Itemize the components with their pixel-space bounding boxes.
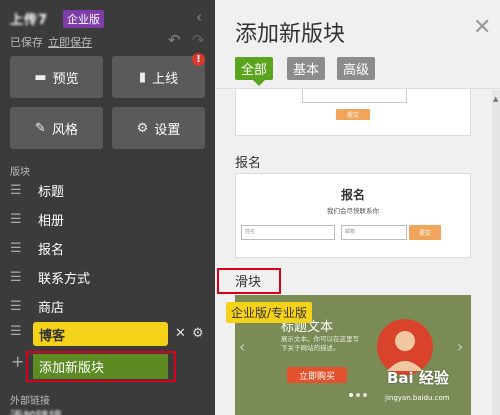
preview-input-field xyxy=(302,89,407,103)
collapse-sidebar-icon[interactable]: ‹ xyxy=(196,8,202,26)
add-section-panel: 添加新版块 ✕ 全部 基本 高级 提交 报名 报名 我们会尽快联系你 姓名 邮箱… xyxy=(215,0,500,415)
section-item-label: 标题 xyxy=(38,184,65,200)
save-status: 已保存 xyxy=(10,36,43,49)
external-links-heading: 外部链接 xyxy=(10,396,50,407)
tab-basic[interactable]: 基本 xyxy=(287,57,325,80)
scroll-up-icon[interactable]: ▲ xyxy=(493,95,498,103)
name-input: 姓名 xyxy=(241,225,335,240)
plus-icon[interactable]: + xyxy=(11,352,24,371)
close-icon[interactable]: ✕ xyxy=(473,17,491,39)
preview-button[interactable]: ▬ 预览 xyxy=(10,56,103,98)
signup-submit-button: 提交 xyxy=(409,225,441,240)
preview-label: 预览 xyxy=(52,71,79,87)
active-tab-caret xyxy=(253,80,265,86)
site-name[interactable]: 上传7 xyxy=(10,9,48,28)
signup-card-title: 报名 xyxy=(340,188,365,202)
section-item-blog[interactable]: 博客 xyxy=(33,322,168,346)
section-item-label: 报名 xyxy=(38,242,65,258)
external-link-item[interactable]: 添加链接 xyxy=(10,406,62,415)
tier-badge: 企业版/专业版 xyxy=(226,302,313,323)
redo-icon[interactable]: ↷ xyxy=(192,31,205,49)
section-item-label: 联系方式 xyxy=(38,271,91,287)
style-label: 风格 xyxy=(51,122,78,138)
slide-body-text: 展示文本。你可以在这里写下关于网站的描述。 xyxy=(281,335,359,352)
drag-handle-icon[interactable]: ☰ xyxy=(10,212,24,227)
drag-handle-icon[interactable]: ☰ xyxy=(10,299,24,314)
monitor-icon: ▬ xyxy=(34,69,47,85)
section-preview-card-top[interactable]: 提交 xyxy=(235,88,471,136)
section-item-label: 商店 xyxy=(38,300,65,316)
slide-dot[interactable] xyxy=(363,393,367,397)
settings-label: 设置 xyxy=(154,122,181,138)
undo-icon[interactable]: ↶ xyxy=(168,31,181,49)
next-slide-icon[interactable]: › xyxy=(457,337,463,356)
publish-label: 上线 xyxy=(152,71,179,87)
email-input: 邮箱 xyxy=(341,225,407,240)
section-item-album[interactable]: ☰ 相册 xyxy=(10,209,210,229)
annotation-highlight-box xyxy=(217,268,281,294)
drag-handle-icon[interactable]: ☰ xyxy=(10,324,22,339)
document-icon: ▮ xyxy=(138,69,147,85)
annotation-highlight-box xyxy=(26,351,176,382)
tab-advanced[interactable]: 高级 xyxy=(337,57,375,80)
gear-icon[interactable]: ⚙ xyxy=(192,326,204,341)
drag-handle-icon[interactable]: ☰ xyxy=(10,241,24,256)
section-item-store[interactable]: ☰ 商店 xyxy=(10,296,210,316)
settings-button[interactable]: ⚙ 设置 xyxy=(112,107,205,149)
notice-badge: ! xyxy=(192,53,205,66)
edition-badge: 企业版 xyxy=(63,10,104,28)
section-item-label: 相册 xyxy=(38,213,65,229)
section-item-contact[interactable]: ☰ 联系方式 xyxy=(10,267,210,287)
slide-buy-button: 立即购买 xyxy=(287,367,347,383)
prev-slide-icon[interactable]: ‹ xyxy=(239,337,245,356)
drag-handle-icon[interactable]: ☰ xyxy=(10,270,24,285)
save-now-link[interactable]: 立即保存 xyxy=(48,34,92,50)
slide-dots[interactable] xyxy=(349,393,367,397)
brush-icon: ✎ xyxy=(35,120,46,136)
publish-button[interactable]: ▮ 上线 xyxy=(112,56,205,98)
signup-card-subtitle: 我们会尽快联系你 xyxy=(327,207,379,215)
watermark-url: jingyan.baidu.com xyxy=(385,394,450,402)
watermark: Bai 经验 xyxy=(387,369,449,387)
style-button[interactable]: ✎ 风格 xyxy=(10,107,103,149)
tab-all[interactable]: 全部 xyxy=(235,57,273,80)
delete-icon[interactable]: ✕ xyxy=(175,326,186,341)
sections-heading: 版块 xyxy=(10,167,30,178)
signup-section-label: 报名 xyxy=(235,156,262,171)
panel-title: 添加新版块 xyxy=(235,22,346,47)
signup-preview-card[interactable]: 报名 我们会尽快联系你 姓名 邮箱 提交 xyxy=(235,173,471,258)
slide-dot[interactable] xyxy=(349,393,353,397)
gear-icon: ⚙ xyxy=(136,120,149,136)
preview-submit-button: 提交 xyxy=(336,109,370,120)
panel-scrollbar[interactable] xyxy=(492,90,500,415)
drag-handle-icon[interactable]: ☰ xyxy=(10,183,24,198)
slide-dot[interactable] xyxy=(356,393,360,397)
editor-sidebar: 上传7 企业版 ‹ 已保存 立即保存 ↶ ↷ ▬ 预览 ▮ 上线 ! ✎ 风格 … xyxy=(0,0,215,415)
section-item-signup[interactable]: ☰ 报名 xyxy=(10,238,210,258)
section-item-title[interactable]: ☰ 标题 xyxy=(10,180,210,200)
